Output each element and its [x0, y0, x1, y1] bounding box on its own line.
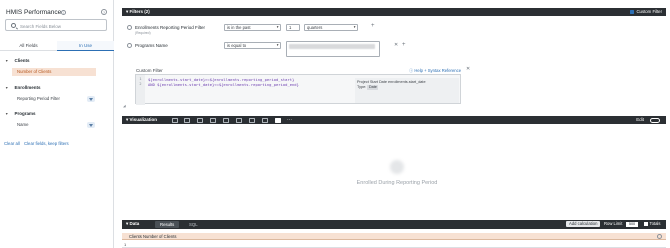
visualization-title: ▾ Visualization [126, 117, 157, 122]
filter-value-input[interactable] [286, 41, 380, 57]
row-limit-label: Row Limit [604, 221, 623, 226]
field-reporting-period-filter[interactable]: Reporting Period Filter [12, 95, 96, 103]
tab-in-use[interactable]: In Use [57, 41, 114, 51]
checkbox-checked-icon [630, 9, 635, 14]
filter-expression[interactable]: ${enrollments.start_date}>=${enrollments… [148, 77, 299, 88]
add-filter-button[interactable]: + [402, 42, 406, 48]
line-gutter: 12 [136, 75, 145, 105]
bar-chart-icon[interactable] [197, 117, 203, 123]
unit-select[interactable]: quarters [304, 24, 358, 31]
data-section-header[interactable]: ▾ Data Results SQL Add calculation Row L… [122, 220, 666, 229]
explore-title: HMIS Performance [6, 9, 62, 16]
gear-icon[interactable] [127, 25, 132, 30]
tab-all-fields[interactable]: All Fields [0, 41, 57, 51]
number-input[interactable]: 1 [286, 24, 300, 31]
filter-label: Programs Name [135, 43, 168, 48]
search-icon [11, 23, 16, 28]
resize-handle-icon[interactable]: ◢ [123, 104, 126, 108]
field-search-input[interactable]: Search Fields Below [5, 19, 107, 31]
pie-chart-icon[interactable] [249, 117, 255, 123]
map-icon[interactable] [262, 117, 268, 123]
close-icon[interactable]: ✕ [394, 42, 398, 48]
gear-icon[interactable] [650, 117, 660, 123]
operator-select[interactable]: is equal to [224, 42, 281, 49]
more-icon[interactable]: ··· [287, 116, 292, 124]
group-label: Clients [14, 58, 30, 63]
caret-down-icon: ▼ [5, 59, 9, 63]
checkbox-icon [644, 221, 648, 226]
add-calculation-button[interactable]: Add calculation [566, 221, 601, 228]
visualization-section-header[interactable]: ▾ Visualization ··· Edit [122, 116, 666, 124]
edit-button[interactable]: Edit [636, 116, 644, 124]
info-icon[interactable]: i [61, 9, 66, 15]
caret-down-icon: ▼ [5, 86, 9, 90]
filter-required-note: (Required) [135, 31, 151, 35]
field-tabs: All Fields In Use [0, 41, 114, 51]
filters-section-header[interactable]: ▾ Filters (2) Custom Filter [122, 8, 666, 16]
field-picker-panel: HMIS Performance i ? Search Fields Below… [0, 0, 114, 248]
empty-state-icon [390, 160, 404, 174]
group-label: Enrollments [14, 85, 41, 90]
clear-fields-keep-filters-link[interactable]: Clear fields, keep filters [24, 141, 69, 146]
clear-all-link[interactable]: Clear all [4, 141, 20, 146]
filter-icon[interactable] [87, 122, 95, 128]
area-chart-icon[interactable] [236, 117, 242, 123]
tab-sql[interactable]: SQL [184, 221, 203, 229]
gear-icon[interactable] [657, 234, 662, 239]
visualization-empty-label: Enrolled During Reporting Period [356, 180, 438, 186]
caret-down-icon: ▼ [5, 112, 9, 116]
group-enrollments[interactable]: ▼ Enrollments [5, 85, 40, 90]
add-filter-button[interactable]: + [371, 23, 375, 29]
redacted-value [289, 44, 375, 49]
column-chart-icon[interactable] [184, 117, 190, 123]
group-clients[interactable]: ▼ Clients [5, 58, 29, 63]
custom-filter-label: Custom Filter [136, 68, 163, 73]
data-title: ▾ Data [126, 221, 140, 226]
group-label: Programs [14, 111, 36, 116]
group-programs[interactable]: ▼ Programs [5, 111, 35, 116]
table-icon[interactable] [172, 117, 178, 123]
filter-label: Enrollments Reporting Period Filter [135, 25, 206, 30]
results-column-header[interactable]: Clients Number of Clients [122, 233, 666, 240]
scatter-icon[interactable] [210, 117, 216, 123]
row-limit-input[interactable]: 500 [626, 221, 638, 227]
totals-checkbox[interactable]: Totals [644, 220, 660, 228]
filters-title: ▾ Filters (2) [126, 9, 150, 14]
gear-icon[interactable] [127, 43, 132, 48]
custom-filter-checkbox[interactable]: Custom Filter [630, 8, 662, 16]
help-icon[interactable]: ? [101, 9, 107, 15]
autocomplete-hint: Project Start Date enrollments.start_dat… [355, 78, 459, 103]
field-name[interactable]: Name [12, 121, 96, 129]
search-placeholder: Search Fields Below [20, 23, 62, 29]
line-chart-icon[interactable] [223, 117, 229, 123]
operator-select[interactable]: is in the past [224, 24, 281, 31]
tab-results[interactable]: Results [155, 220, 180, 228]
field-number-of-clients[interactable]: Number of Clients [12, 68, 96, 76]
single-value-icon[interactable] [275, 117, 281, 123]
filter-icon[interactable] [87, 96, 95, 102]
close-icon[interactable]: ✕ [466, 66, 470, 72]
column-label: Clients Number of Clients [129, 234, 177, 239]
